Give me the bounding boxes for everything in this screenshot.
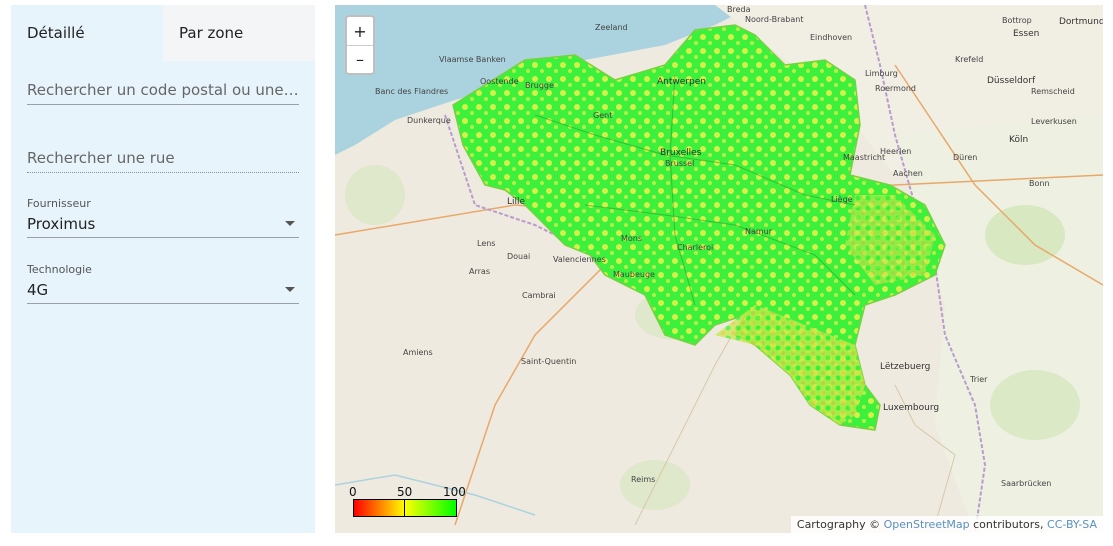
map-label: Breda	[727, 5, 751, 14]
map-label: Amiens	[403, 348, 433, 357]
map-label: Düsseldorf	[987, 76, 1036, 86]
map-label: Bottrop	[1002, 16, 1032, 25]
map-label: Vlaamse Banken	[439, 55, 506, 64]
coverage-legend: 0 50 100	[349, 485, 466, 517]
technology-value: 4G	[27, 280, 49, 299]
map-label: Remscheid	[1031, 87, 1075, 96]
map-label: Dortmund	[1059, 17, 1103, 27]
map-label: Cambrai	[522, 291, 556, 300]
zoom-in-button[interactable]: +	[347, 17, 373, 45]
osm-link[interactable]: OpenStreetMap	[884, 518, 970, 531]
legend-mid: 50	[397, 485, 413, 499]
map-label: Leverkusen	[1031, 117, 1077, 126]
map-label: Eindhoven	[810, 33, 853, 42]
map-label: Mons	[621, 234, 643, 243]
legend-gradient-bar	[353, 499, 457, 517]
map-label: Zeeland	[595, 23, 628, 32]
map-label: Luxembourg	[883, 403, 940, 413]
map-attribution: Cartography © OpenStreetMap contributors…	[790, 516, 1103, 533]
map-label: Maastricht	[843, 153, 886, 162]
germany-region	[895, 115, 1103, 533]
map-label: Bruxelles	[660, 148, 702, 158]
map-label: Oostende	[480, 77, 519, 86]
map-label: Roermond	[875, 84, 916, 93]
tab-detaille[interactable]: Détaillé	[11, 5, 163, 61]
map-label: Valenciennes	[553, 255, 606, 264]
tab-par-zone-label: Par zone	[179, 24, 244, 42]
map-label: Heerlen	[880, 147, 912, 156]
map-label: Krefeld	[955, 55, 984, 64]
coverage-map[interactable]: Antwerpen Bruxelles Brussel Lille Luxemb…	[335, 5, 1103, 533]
license-link[interactable]: CC-BY-SA	[1047, 518, 1097, 531]
provider-label: Fournisseur	[27, 197, 91, 210]
map-label: Reims	[631, 475, 656, 484]
tab-detaille-label: Détaillé	[27, 24, 85, 42]
map-label: Aachen	[893, 169, 923, 178]
legend-min: 0	[349, 485, 357, 499]
legend-max: 100	[443, 485, 466, 499]
technology-dropdown[interactable]: 4G	[27, 276, 299, 304]
chevron-down-icon	[285, 221, 295, 226]
map-label: Essen	[1013, 29, 1040, 39]
map-label: Liège	[831, 195, 853, 204]
map-label: Brussel	[665, 159, 695, 168]
technology-select[interactable]: Technologie 4G	[27, 263, 299, 304]
map-label: Trier	[970, 375, 988, 384]
map-label: Saarbrücken	[1001, 479, 1052, 488]
legend-labels: 0 50 100	[349, 485, 466, 499]
map-label: Arras	[469, 267, 490, 276]
map-label: Antwerpen	[657, 77, 706, 87]
tab-par-zone[interactable]: Par zone	[163, 5, 315, 61]
map-label: Dunkerque	[407, 116, 451, 125]
map-label: Köln	[1009, 135, 1029, 145]
zoom-control: + –	[345, 15, 375, 75]
map-label: Namur	[745, 227, 773, 236]
map-label: Maubeuge	[613, 270, 655, 279]
map-label: Bonn	[1029, 179, 1050, 188]
tab-bar: Détaillé Par zone	[11, 5, 315, 61]
map-label: Lëtzebuerg	[880, 362, 931, 372]
map-label: Brugge	[525, 81, 554, 90]
postal-search-field[interactable]: Rechercher un code postal ou une commune	[27, 75, 299, 105]
attribution-contrib: contributors,	[973, 518, 1044, 531]
map-label: Charleroi	[677, 243, 714, 252]
attribution-prefix: Cartography ©	[796, 518, 881, 531]
street-search-input[interactable]: Rechercher une rue	[27, 143, 299, 173]
map-label: Lens	[477, 239, 496, 248]
map-label: Düren	[953, 153, 978, 162]
provider-dropdown[interactable]: Proximus	[27, 210, 299, 238]
sidebar-panel: Détaillé Par zone Rechercher un code pos…	[11, 5, 315, 533]
map-label: Limburg	[865, 69, 898, 78]
postal-search-input[interactable]: Rechercher un code postal ou une commune	[27, 75, 299, 105]
zoom-out-button[interactable]: –	[347, 45, 373, 73]
provider-select[interactable]: Fournisseur Proximus	[27, 197, 299, 238]
map-label: Saint-Quentin	[521, 357, 577, 366]
map-label: Gent	[593, 111, 613, 120]
map-label: Lille	[507, 197, 526, 207]
map-label: Douai	[507, 252, 531, 261]
map-label: Noord-Brabant	[745, 15, 804, 24]
technology-label: Technologie	[27, 263, 92, 276]
map-label: Banc des Flandres	[375, 87, 449, 96]
chevron-down-icon	[285, 287, 295, 292]
provider-value: Proximus	[27, 214, 96, 233]
street-search-field[interactable]: Rechercher une rue	[27, 143, 299, 173]
